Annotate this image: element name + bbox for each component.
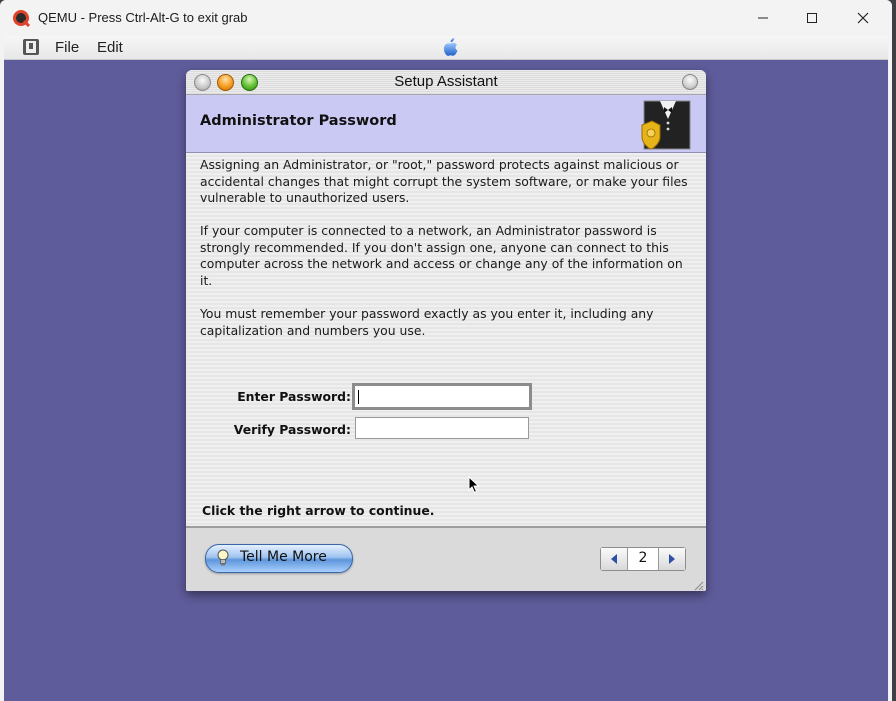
sa-header: Administrator Password [186,95,706,153]
text-caret [358,390,359,404]
page-title: Administrator Password [200,113,397,129]
lightbulb-icon [217,549,229,566]
maximize-icon [807,13,817,23]
continue-hint: Click the right arrow to continue. [202,503,435,518]
remember-paragraph: You must remember your password exactly … [200,306,654,338]
previous-button[interactable] [601,548,628,570]
guest-desktop: Setup Assistant Administrator Password A… [4,60,888,701]
minimize-icon [758,17,768,19]
apple-icon[interactable] [440,37,460,59]
left-arrow-icon [611,554,617,564]
app-menu-icon[interactable] [22,38,40,56]
page-number: 2 [638,550,648,566]
verify-password-label: Verify Password: [233,422,351,437]
enter-password-field[interactable] [352,383,532,410]
close-icon [857,12,869,24]
close-button[interactable] [840,0,886,36]
qemu-window: QEMU - Press Ctrl-Alt-G to exit grab Fil… [0,0,892,701]
tuxedo-badge-icon [641,100,691,150]
host-titlebar: QEMU - Press Ctrl-Alt-G to exit grab [0,0,892,36]
description-paragraph: Assigning an Administrator, or "root," p… [200,157,688,205]
resize-grip-icon[interactable] [692,579,704,591]
host-window-title: QEMU - Press Ctrl-Alt-G to exit grab [38,10,248,25]
menu-edit[interactable]: Edit [97,39,123,56]
qemu-icon [13,10,30,27]
host-menubar: File Edit [4,36,888,60]
menu-file[interactable]: File [55,39,79,56]
page-navigator: 2 [600,547,686,571]
tell-me-more-button[interactable]: Tell Me More [205,544,353,573]
mouse-cursor-icon [468,476,480,494]
right-arrow-icon [669,554,675,564]
minimize-button[interactable] [740,0,786,36]
enter-password-label: Enter Password: [237,389,351,404]
toolbar-toggle-button[interactable] [682,74,698,90]
sa-window-title: Setup Assistant [394,73,498,90]
tell-me-more-label: Tell Me More [240,549,327,565]
setup-assistant-window: Setup Assistant Administrator Password A… [186,70,706,591]
next-button[interactable] [658,548,685,570]
network-paragraph: If your computer is connected to a netwo… [200,223,683,288]
sa-body: Assigning an Administrator, or "root," p… [186,153,706,526]
sa-footer: Tell Me More 2 [186,526,706,591]
verify-password-field[interactable] [355,417,529,439]
maximize-button[interactable] [789,0,835,36]
sa-titlebar[interactable]: Setup Assistant [186,70,706,95]
